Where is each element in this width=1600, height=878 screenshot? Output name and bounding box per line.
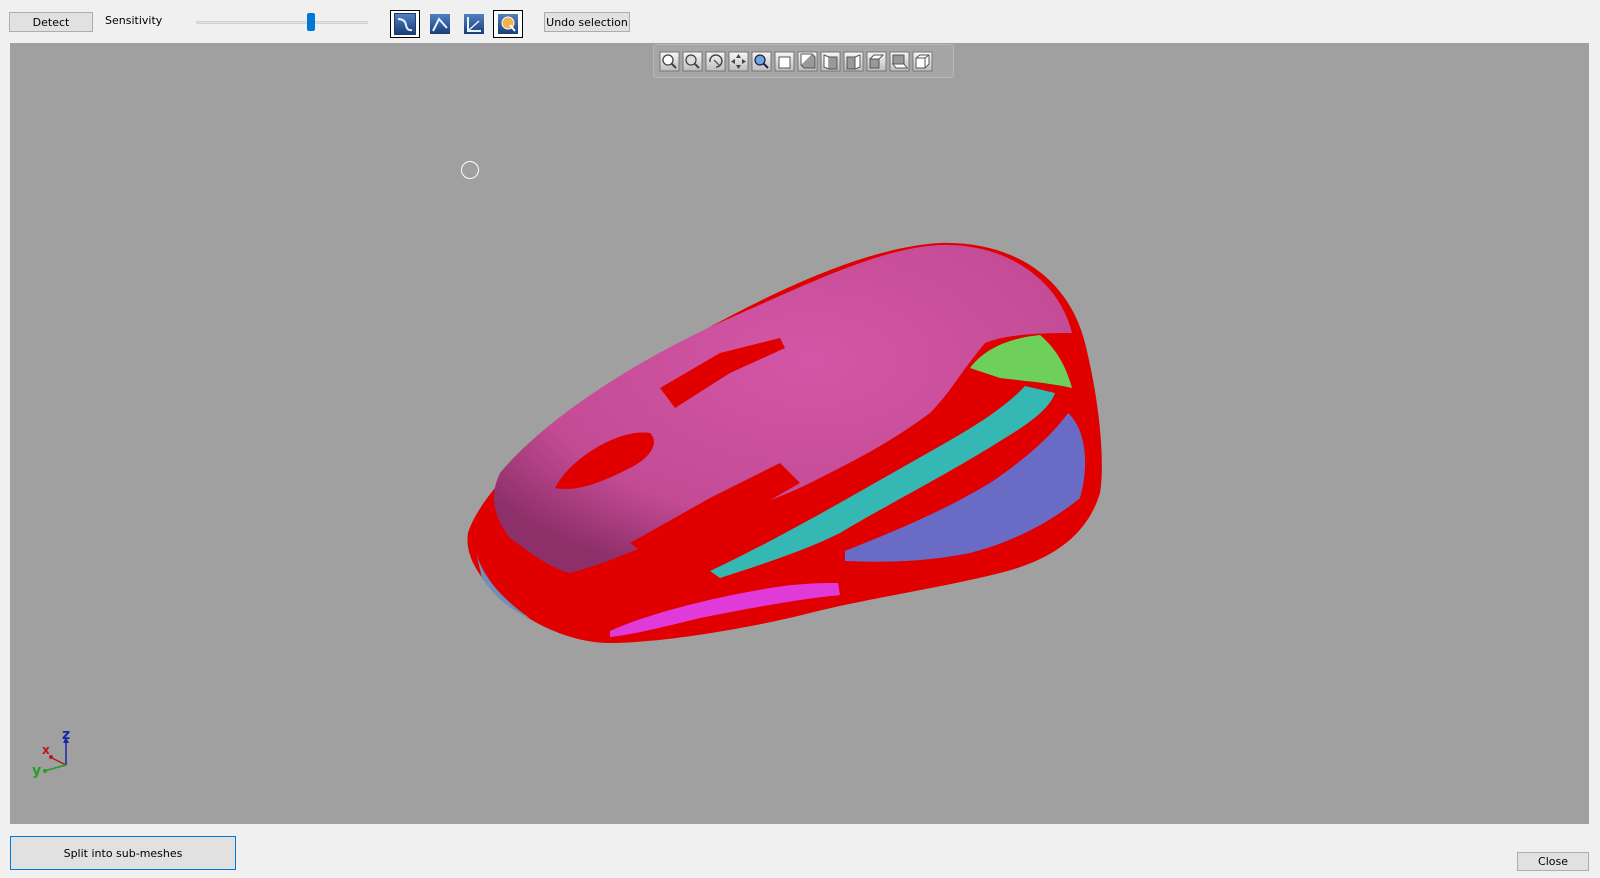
axis-y-label: y [32, 763, 42, 779]
curve-select-icon [430, 14, 450, 34]
slider-thumb[interactable] [307, 13, 316, 31]
segmentation-dialog: Detect Sensitivity Undo selection z x y … [0, 0, 1600, 878]
axis-x-label: x [42, 743, 50, 757]
axis-triad: z x y [20, 727, 80, 793]
slider-track [196, 21, 368, 24]
3d-viewport[interactable]: z x y [10, 43, 1589, 824]
corner-select-icon [464, 14, 484, 34]
paint-select-icon [498, 14, 518, 34]
axis-z-label: z [62, 727, 71, 743]
split-into-sub-meshes-button[interactable]: Split into sub-meshes [10, 836, 236, 870]
sensitivity-label: Sensitivity [105, 14, 163, 27]
curve-select-mode-button[interactable] [425, 10, 455, 38]
sensitivity-slider[interactable] [196, 13, 368, 31]
edge-select-mode-button[interactable] [390, 10, 420, 38]
paint-select-mode-button[interactable] [493, 10, 523, 38]
edge-select-icon [394, 13, 416, 35]
mouse-mesh-model[interactable] [10, 43, 1589, 824]
close-button[interactable]: Close [1517, 852, 1589, 871]
axis-triad-icon [43, 737, 69, 773]
undo-selection-button[interactable]: Undo selection [544, 12, 630, 32]
detect-button[interactable]: Detect [9, 12, 93, 32]
corner-select-mode-button[interactable] [459, 10, 489, 38]
